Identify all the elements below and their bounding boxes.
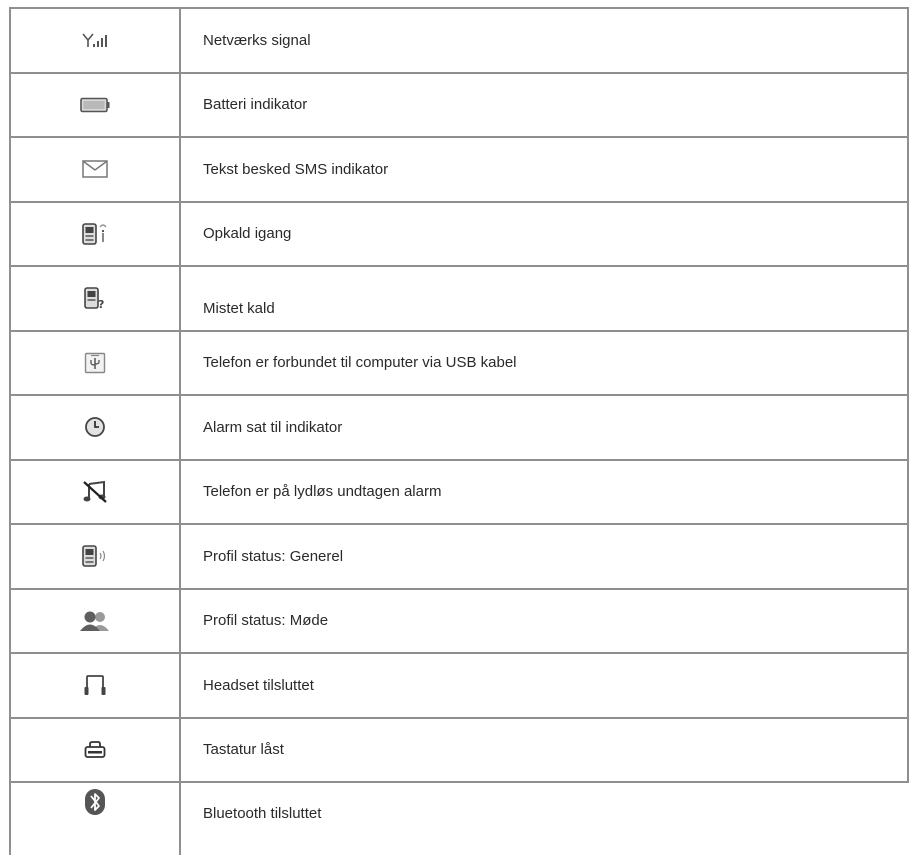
table-row: Telefon er forbundet til computer via US… <box>9 332 909 396</box>
svg-text:?: ? <box>98 298 104 310</box>
phone-missed-call-icon: ? <box>11 267 179 330</box>
envelope-icon <box>11 138 179 201</box>
keypad-lock-icon <box>11 719 179 782</box>
row-label: Opkald igang <box>203 225 292 243</box>
profile-general-icon <box>11 525 179 588</box>
row-label: Profil status: Generel <box>203 547 344 565</box>
row-label: Mistet kald <box>203 299 275 317</box>
usb-connected-icon <box>11 332 179 395</box>
row-label: Profil status: Møde <box>203 612 329 630</box>
table-row: Profil status: Møde <box>9 590 909 654</box>
profile-meeting-icon <box>11 590 179 653</box>
table-row: Profil status: Generel <box>9 525 909 590</box>
row-label: Headset tilsluttet <box>203 676 314 694</box>
row-label: Bluetooth tilsluttet <box>203 805 322 822</box>
row-label: Tastatur låst <box>203 741 284 759</box>
table-row: Netværks signal <box>9 9 909 74</box>
table-row: Alarm sat til indikator <box>9 396 909 461</box>
row-label: Batteri indikator <box>203 96 308 114</box>
row-label: Tekst besked SMS indikator <box>203 160 389 178</box>
row-label: Telefon er på lydløs undtagen alarm <box>203 483 442 501</box>
table-row: Batteri indikator <box>9 74 909 138</box>
table-row: Tastatur låst <box>9 719 909 783</box>
alarm-clock-icon <box>11 396 179 459</box>
row-label: Netværks signal <box>203 31 311 49</box>
table-row: ? Mistet kald <box>9 267 909 332</box>
bluetooth-icon <box>11 783 179 859</box>
table-row: Tekst besked SMS indikator <box>9 138 909 203</box>
phone-call-icon <box>11 203 179 266</box>
table-row: Opkald igang <box>9 203 909 267</box>
row-label: Telefon er forbundet til computer via US… <box>203 354 517 372</box>
table-row: Telefon er på lydløs undtagen alarm <box>9 461 909 525</box>
headset-icon <box>11 654 179 717</box>
signal-strength-icon <box>11 9 179 72</box>
row-label: Alarm sat til indikator <box>203 418 343 436</box>
table-row: Bluetooth tilsluttet <box>9 783 909 859</box>
silent-mode-icon <box>11 461 179 524</box>
table-row: Headset tilsluttet <box>9 654 909 719</box>
battery-icon <box>11 74 179 137</box>
